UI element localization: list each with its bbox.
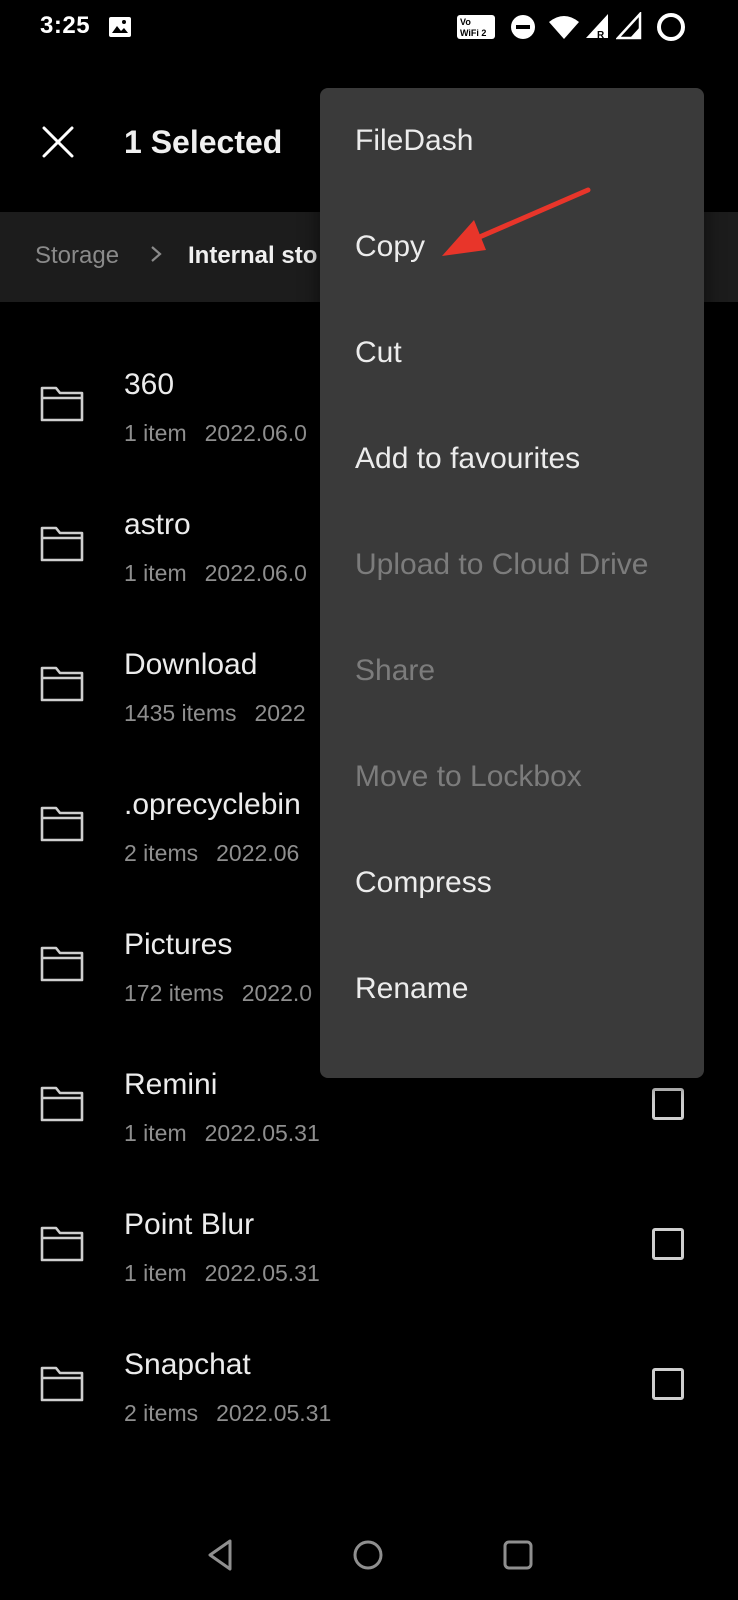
select-checkbox[interactable] <box>652 1368 684 1400</box>
file-item-count: 1 item <box>124 1260 187 1286</box>
folder-icon <box>40 946 84 982</box>
file-meta: 1435 items 2022 <box>124 700 306 727</box>
menu-item-upload-to-cloud-drive: Upload to Cloud Drive <box>355 548 649 581</box>
menu-item-rename[interactable]: Rename <box>320 936 704 1042</box>
folder-icon <box>40 386 84 422</box>
file-date: 2022.06 <box>216 840 300 866</box>
file-meta: 1 item 2022.05.31 <box>124 1120 320 1147</box>
breadcrumb-internal-storage[interactable]: Internal storage <box>188 242 318 270</box>
status-time: 3:25 <box>40 12 91 39</box>
signal-icon <box>616 12 642 40</box>
file-date: 2022 <box>254 700 306 726</box>
folder-icon <box>40 806 84 842</box>
menu-item-cut[interactable]: Cut <box>320 300 704 406</box>
annotation-arrow-icon <box>442 187 591 256</box>
file-name: Download <box>124 648 258 681</box>
select-checkbox[interactable] <box>652 1228 684 1260</box>
back-icon[interactable] <box>200 1533 244 1577</box>
file-meta: 172 items 2022.0 <box>124 980 312 1007</box>
vowifi-icon: Vo WiFi 2 <box>457 15 495 39</box>
select-checkbox[interactable] <box>652 1088 684 1120</box>
page-title: 1 Selected <box>124 124 283 160</box>
do-not-disturb-icon <box>511 15 535 39</box>
file-item-count: 172 items <box>124 980 224 1006</box>
file-date: 2022.06.0 <box>204 420 307 446</box>
file-name: .oprecyclebin <box>124 788 301 821</box>
svg-text:WiFi 2: WiFi 2 <box>460 28 486 38</box>
file-name: Snapchat <box>124 1348 251 1381</box>
folder-icon <box>40 1366 84 1402</box>
svg-text:Vo: Vo <box>460 17 471 27</box>
battery-icon <box>657 13 685 41</box>
list-item[interactable]: Point Blur 1 item 2022.05.31 <box>0 1158 738 1298</box>
menu-item-filedash[interactable]: FileDash <box>320 88 704 194</box>
file-date: 2022.05.31 <box>216 1400 332 1426</box>
file-date: 2022.06.0 <box>204 560 307 586</box>
list-item[interactable]: Snapchat 2 items 2022.05.31 <box>0 1298 738 1438</box>
file-meta: 1 item 2022.06.0 <box>124 560 307 587</box>
folder-icon <box>40 1086 84 1122</box>
file-name: Point Blur <box>124 1208 255 1241</box>
file-name: Pictures <box>124 928 233 961</box>
menu-item-add-to-favourites[interactable]: Add to favourites <box>320 406 704 512</box>
status-bar: 3:25 Vo WiFi 2 R <box>0 0 738 56</box>
svg-text:R: R <box>597 30 605 40</box>
folder-icon <box>40 666 84 702</box>
file-item-count: 1435 items <box>124 700 237 726</box>
chevron-right-icon <box>151 246 162 262</box>
file-item-count: 1 item <box>124 420 187 446</box>
file-name: 360 <box>124 368 175 401</box>
menu-item-move-to-lockbox: Move to Lockbox <box>355 760 582 793</box>
menu-item-share: Share <box>355 654 436 687</box>
home-icon[interactable] <box>346 1533 390 1577</box>
file-name: Remini <box>124 1068 218 1101</box>
folder-icon <box>40 1226 84 1262</box>
file-date: 2022.0 <box>241 980 313 1006</box>
menu-item-compress[interactable]: Compress <box>320 830 704 936</box>
recents-icon[interactable] <box>496 1533 540 1577</box>
close-icon[interactable] <box>36 120 80 164</box>
file-date: 2022.05.31 <box>204 1120 320 1146</box>
roaming-signal-icon: R <box>586 14 608 40</box>
file-meta: 1 item 2022.06.0 <box>124 420 307 447</box>
file-item-count: 2 items <box>124 1400 199 1426</box>
folder-icon <box>40 526 84 562</box>
file-item-count: 2 items <box>124 840 199 866</box>
breadcrumb-storage[interactable]: Storage <box>35 242 119 270</box>
file-item-count: 1 item <box>124 560 187 586</box>
file-meta: 2 items 2022.06 <box>124 840 299 867</box>
wifi-icon <box>549 16 579 39</box>
image-notification-icon <box>109 17 131 37</box>
navigation-bar <box>0 1515 738 1595</box>
file-meta: 1 item 2022.05.31 <box>124 1260 320 1287</box>
file-item-count: 1 item <box>124 1120 187 1146</box>
file-name: astro <box>124 508 191 541</box>
file-meta: 2 items 2022.05.31 <box>124 1400 331 1427</box>
file-date: 2022.05.31 <box>204 1260 320 1286</box>
